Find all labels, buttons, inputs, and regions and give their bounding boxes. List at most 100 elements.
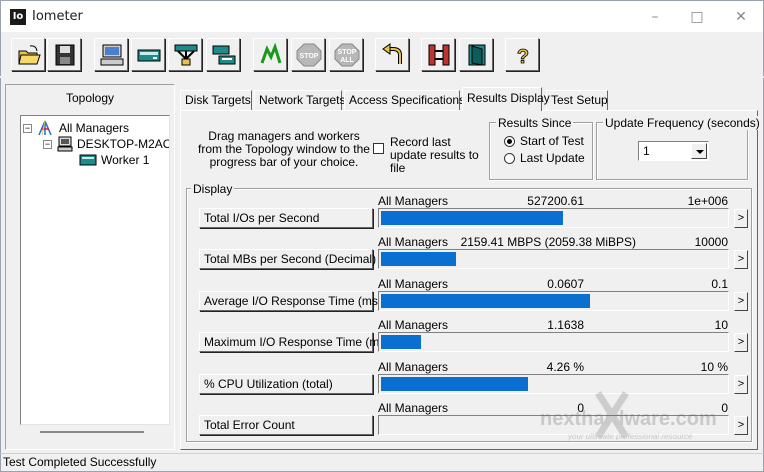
tab-disk-targets[interactable]: Disk Targets xyxy=(180,90,252,110)
update-frequency-value: 1 xyxy=(643,144,650,158)
tree-item-label: DESKTOP-M2AO8 xyxy=(77,137,170,151)
metric-value: 1.1638 xyxy=(547,318,584,332)
close-icon[interactable]: ✕ xyxy=(728,7,754,27)
chevron-right-icon[interactable]: > xyxy=(734,292,748,311)
progress-bar[interactable] xyxy=(378,291,729,311)
stop-icon: STOP xyxy=(296,43,322,67)
chevron-right-icon[interactable]: > xyxy=(734,250,748,269)
metric-select-button[interactable]: Average I/O Response Time (ms) xyxy=(199,291,382,311)
progress-bar-fill xyxy=(381,252,456,266)
maximize-icon[interactable]: □ xyxy=(684,7,710,27)
new-manager-icon xyxy=(100,44,124,66)
start-of-test-radio[interactable] xyxy=(504,136,515,147)
toolbar: STOP STOP ALL ? xyxy=(0,32,764,76)
tab-test-setup[interactable]: Test Setup xyxy=(546,90,608,110)
title-bar: Io Iometer – □ ✕ xyxy=(0,0,764,32)
svg-text:STOP: STOP xyxy=(338,49,357,56)
window-title: Iometer xyxy=(32,9,83,24)
tree-item-label: Worker 1 xyxy=(101,153,150,167)
collapse-icon[interactable]: − xyxy=(23,124,32,133)
progress-bar[interactable] xyxy=(378,332,729,352)
last-update-label[interactable]: Last Update xyxy=(520,151,585,165)
tab-network-targets[interactable]: Network Targets xyxy=(254,90,345,110)
tree-horizontal-scrollbar[interactable] xyxy=(22,427,168,437)
disconnect-managers-button[interactable] xyxy=(421,38,455,71)
start-tests-button[interactable] xyxy=(253,38,287,71)
tree-item-label: All Managers xyxy=(59,121,130,135)
svg-text:ALL: ALL xyxy=(340,57,354,64)
chevron-right-icon[interactable]: > xyxy=(734,333,748,352)
svg-text:nexthardware.com: nexthardware.com xyxy=(540,408,717,430)
progress-bar-fill xyxy=(381,377,528,391)
iometer-app-icon: Io xyxy=(10,9,26,25)
collapse-icon[interactable]: − xyxy=(43,140,52,149)
status-text: Test Completed Successfully xyxy=(3,455,157,469)
metric-value: 2159.41 MBPS (2059.38 MiBPS) xyxy=(460,235,636,249)
chevron-right-icon[interactable]: > xyxy=(734,209,748,228)
progress-bar[interactable] xyxy=(378,249,729,269)
reset-workers-button[interactable] xyxy=(375,38,409,71)
progress-bar-fill xyxy=(381,335,421,349)
copy-worker-button[interactable] xyxy=(206,38,240,71)
new-disk-worker-icon xyxy=(137,49,161,62)
exit-button[interactable] xyxy=(459,38,493,71)
stop-all-icon: STOPALL xyxy=(334,43,360,67)
computer-icon xyxy=(57,136,73,152)
chevron-down-icon[interactable] xyxy=(691,143,707,159)
disk-worker-icon xyxy=(79,154,97,166)
tab-access-specifications[interactable]: Access Specifications xyxy=(344,90,465,110)
metric-value: 0.0607 xyxy=(547,277,584,291)
open-config-icon xyxy=(18,45,41,65)
save-config-button[interactable] xyxy=(47,38,81,71)
metric-source: All Managers xyxy=(378,401,449,415)
metric-value: 4.26 % xyxy=(546,360,584,374)
metric-select-button[interactable]: Total Error Count xyxy=(199,415,373,435)
stop-all-button[interactable]: STOP ALL xyxy=(329,38,363,71)
about-button[interactable]: ? xyxy=(505,38,539,71)
start-tests-icon xyxy=(260,43,282,64)
metric-select-button[interactable]: Total MBs per Second (Decimal) xyxy=(199,249,376,269)
status-bar: Test Completed Successfully xyxy=(0,453,764,472)
new-network-worker-button[interactable] xyxy=(168,38,202,71)
last-update-radio[interactable] xyxy=(504,153,515,164)
metric-value: 527200.61 xyxy=(527,194,584,208)
copy-worker-icon xyxy=(212,45,236,65)
topology-title: Topology xyxy=(65,91,115,105)
metric-max: 10000 xyxy=(694,235,728,249)
record-results-checkbox[interactable] xyxy=(373,143,384,154)
metric-select-button[interactable]: % CPU Utilization (total) xyxy=(199,374,373,394)
save-config-icon xyxy=(55,44,75,66)
minimize-icon[interactable]: – xyxy=(642,7,668,27)
progress-bar[interactable] xyxy=(378,208,729,228)
metric-select-button[interactable]: Maximum I/O Response Time (ms) xyxy=(199,332,389,352)
progress-bar-fill xyxy=(381,294,590,308)
reset-workers-icon xyxy=(382,43,402,64)
nexthardware-watermark: nexthardware.com your ultimate professio… xyxy=(540,391,717,441)
metric-source: All Managers xyxy=(378,194,449,208)
results-since-group: Results Since Start of Test Last Update xyxy=(489,116,593,180)
exit-icon xyxy=(468,44,486,66)
topology-panel: Topology − All Managers − DESKTOP-M2AO8 … xyxy=(5,84,175,450)
drag-hint: Drag managers and workers from the Topol… xyxy=(198,129,370,169)
scrollbar-thumb[interactable] xyxy=(40,431,144,433)
metric-source: All Managers xyxy=(378,277,449,291)
about-icon: ? xyxy=(516,46,529,67)
display-title: Display xyxy=(191,182,235,196)
all-managers-icon xyxy=(38,120,52,136)
svg-text:your ultimate professional res: your ultimate professional resource xyxy=(567,432,693,441)
new-manager-button[interactable] xyxy=(94,38,128,71)
stop-button[interactable]: STOP xyxy=(291,38,325,71)
metric-select-button[interactable]: Total I/Os per Second xyxy=(199,208,373,228)
update-frequency-title: Update Frequency (seconds) xyxy=(603,116,762,130)
topology-tree[interactable]: − All Managers − DESKTOP-M2AO8 Worker 1 xyxy=(20,115,170,425)
metric-source: All Managers xyxy=(378,318,449,332)
tab-results-display[interactable]: Results Display xyxy=(462,87,550,111)
metric-max: 0.1 xyxy=(711,277,728,291)
metric-source: All Managers xyxy=(378,360,449,374)
open-config-button[interactable] xyxy=(11,38,45,71)
start-of-test-label[interactable]: Start of Test xyxy=(520,134,584,148)
new-disk-worker-button[interactable] xyxy=(131,38,165,71)
update-frequency-select[interactable]: 1 xyxy=(638,141,709,161)
metric-max: 10 % xyxy=(700,360,728,374)
record-results-label[interactable]: Record last update results to file xyxy=(390,136,490,175)
